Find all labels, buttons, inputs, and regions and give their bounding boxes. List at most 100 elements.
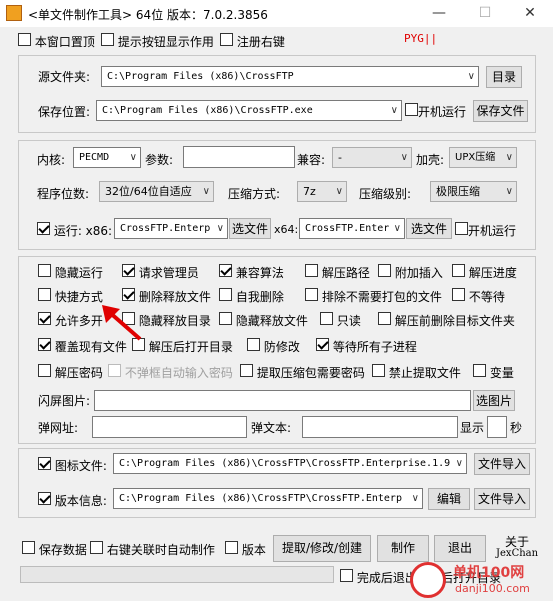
select-image-button[interactable]: 选图片	[473, 390, 515, 411]
checkbox[interactable]	[240, 364, 253, 377]
save-path-combo[interactable]: C:\Program Files (x86)\CrossFTP.exe ∨	[96, 100, 402, 121]
checkbox[interactable]	[247, 338, 260, 351]
maximize-button[interactable]: ☐	[462, 0, 508, 27]
param-input[interactable]	[183, 146, 295, 168]
level-label: 压缩级别:	[359, 187, 412, 201]
option-allow-multi[interactable]: 允许多开	[38, 312, 103, 329]
option-extract-progress[interactable]: 解压进度	[452, 264, 517, 281]
version-import-button[interactable]: 文件导入	[474, 488, 530, 510]
option-button-tips[interactable]: 提示按钮显示作用	[101, 33, 214, 50]
seconds-input[interactable]	[487, 416, 507, 438]
checkbox[interactable]	[320, 312, 333, 325]
exit-button[interactable]: 退出	[434, 535, 486, 562]
extract-modify-create-button[interactable]: 提取/修改/创建	[273, 535, 371, 562]
checkbox[interactable]	[219, 312, 232, 325]
version-option[interactable]: 版本	[225, 541, 266, 558]
option-self-delete[interactable]: 自我删除	[219, 288, 284, 305]
splash-input[interactable]	[94, 390, 471, 411]
run-x64-combo[interactable]: CrossFTP.Enter ∨	[299, 218, 405, 239]
icon-file-option[interactable]: 图标文件:	[38, 457, 107, 474]
option-wait-children[interactable]: 等待所有子进程	[316, 338, 417, 355]
run-option[interactable]: 运行: x86:	[37, 222, 112, 239]
checkbox[interactable]	[101, 33, 114, 46]
minimize-button[interactable]: —	[416, 0, 462, 27]
option-shortcut[interactable]: 快捷方式	[38, 288, 103, 305]
edit-button[interactable]: 编辑	[428, 488, 470, 510]
checkbox[interactable]	[316, 338, 329, 351]
checkbox[interactable]	[38, 338, 51, 351]
popup-url-input[interactable]	[92, 416, 247, 438]
checkbox[interactable]	[452, 264, 465, 277]
shell-combo[interactable]: UPX压缩 ∨	[449, 147, 517, 168]
checkbox[interactable]	[372, 364, 385, 377]
option-variable[interactable]: 变量	[473, 364, 514, 381]
option-register-context-menu[interactable]: 注册右键	[220, 33, 285, 50]
option-always-on-top[interactable]: 本窗口置顶	[18, 33, 95, 50]
version-info-combo[interactable]: C:\Program Files (x86)\CrossFTP\CrossFTP…	[113, 488, 423, 509]
checkbox[interactable]	[122, 264, 135, 277]
option-need-password[interactable]: 提取压缩包需要密码	[240, 364, 365, 381]
checkbox[interactable]	[219, 264, 232, 277]
checkbox[interactable]	[473, 364, 486, 377]
auto-make-option[interactable]: 右键关联时自动制作	[90, 541, 215, 558]
make-button[interactable]: 制作	[377, 535, 429, 562]
checkbox[interactable]	[220, 33, 233, 46]
option-attach-insert[interactable]: 附加插入	[378, 264, 443, 281]
checkbox[interactable]	[22, 541, 35, 554]
option-hide-release-file[interactable]: 隐藏释放文件	[219, 312, 308, 329]
checkbox[interactable]	[405, 103, 418, 116]
checkbox[interactable]	[38, 457, 51, 470]
option-extract-password[interactable]: 解压密码	[38, 364, 103, 381]
option-extract-path[interactable]: 解压路径	[305, 264, 370, 281]
run-autorun-option[interactable]: 开机运行	[455, 222, 516, 239]
close-button[interactable]: ✕	[507, 0, 553, 27]
checkbox[interactable]	[38, 364, 51, 377]
level-combo[interactable]: 极限压缩 ∨	[430, 181, 517, 202]
checkbox[interactable]	[225, 541, 238, 554]
select-x64-file-button[interactable]: 选文件	[406, 218, 452, 239]
checkbox[interactable]	[455, 222, 468, 235]
save-autorun-option[interactable]: 开机运行	[405, 103, 466, 120]
source-dir-button[interactable]: 目录	[486, 66, 522, 88]
option-delete-released[interactable]: 删除释放文件	[122, 288, 211, 305]
compat-combo[interactable]: - ∨	[332, 147, 412, 168]
checkbox[interactable]	[38, 288, 51, 301]
bits-combo[interactable]: 32位/64位自适应 ∨	[99, 181, 214, 202]
option-readonly[interactable]: 只读	[320, 312, 361, 329]
option-no-wait[interactable]: 不等待	[452, 288, 505, 305]
select-x86-file-button[interactable]: 选文件	[229, 218, 271, 239]
checkbox[interactable]	[378, 264, 391, 277]
checkbox[interactable]	[305, 288, 318, 301]
save-file-button[interactable]: 保存文件	[473, 100, 528, 122]
checkbox[interactable]	[37, 222, 50, 235]
option-anti-modify[interactable]: 防修改	[247, 338, 300, 355]
save-data-option[interactable]: 保存数据	[22, 541, 87, 558]
checkbox[interactable]	[378, 312, 391, 325]
version-info-option[interactable]: 版本信息:	[38, 492, 107, 509]
checkbox[interactable]	[122, 288, 135, 301]
checkbox[interactable]	[90, 541, 103, 554]
checkbox[interactable]	[38, 312, 51, 325]
run-x86-combo[interactable]: CrossFTP.Enterp ∨	[114, 218, 228, 239]
checkbox[interactable]	[219, 288, 232, 301]
method-combo[interactable]: 7z ∨	[297, 181, 347, 202]
option-compat-algo[interactable]: 兼容算法	[219, 264, 284, 281]
option-exclude-files[interactable]: 排除不需要打包的文件	[305, 288, 442, 305]
checkbox[interactable]	[340, 569, 353, 582]
popup-url-label: 弹网址:	[38, 421, 79, 435]
core-combo[interactable]: PECMD ∨	[73, 147, 141, 168]
option-forbid-extract[interactable]: 禁止提取文件	[372, 364, 461, 381]
option-request-admin[interactable]: 请求管理员	[122, 264, 199, 281]
checkbox[interactable]	[452, 288, 465, 301]
source-path-combo[interactable]: C:\Program Files (x86)\CrossFTP ∨	[101, 66, 479, 87]
checkbox[interactable]	[38, 264, 51, 277]
option-hidden-run[interactable]: 隐藏运行	[38, 264, 103, 281]
popup-text-input[interactable]	[302, 416, 458, 438]
icon-file-combo[interactable]: C:\Program Files (x86)\CrossFTP\CrossFTP…	[113, 453, 467, 474]
checkbox[interactable]	[305, 264, 318, 277]
checkbox[interactable]	[38, 492, 51, 505]
exit-after-option[interactable]: 完成后退出	[340, 569, 417, 586]
icon-import-button[interactable]: 文件导入	[474, 453, 530, 475]
checkbox[interactable]	[18, 33, 31, 46]
option-delete-target-before[interactable]: 解压前删除目标文件夹	[378, 312, 515, 329]
